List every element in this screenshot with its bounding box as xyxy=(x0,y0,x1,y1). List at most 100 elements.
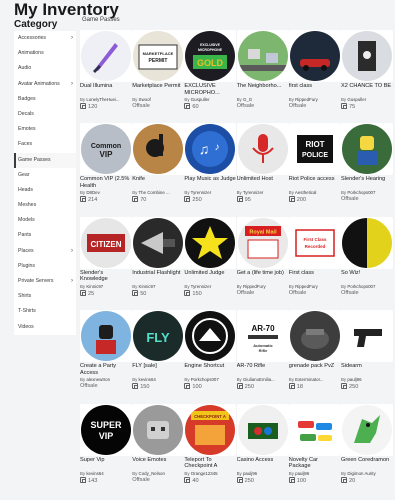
item-card[interactable]: Casino Access By paulj96 250 xyxy=(236,403,289,494)
item-name[interactable]: Marketplace Permit xyxy=(132,83,184,96)
item-thumbnail-frame[interactable]: FLY xyxy=(132,310,185,363)
creator-name[interactable]: alexnewtron xyxy=(86,377,110,382)
item-creator[interactable]: By kevins64 xyxy=(132,377,184,382)
creator-name[interactable]: G_G xyxy=(243,97,252,102)
mic-red-thumbnail[interactable] xyxy=(237,124,288,175)
item-creator[interactable]: By LonelyTheHuei... xyxy=(80,97,132,102)
car-night-thumbnail[interactable] xyxy=(289,31,340,81)
item-creator[interactable]: By kevins64 xyxy=(80,471,132,476)
item-creator[interactable]: By Swoof xyxy=(132,97,184,102)
item-creator[interactable]: By Kinnic97 xyxy=(80,284,132,289)
item-thumbnail-frame[interactable] xyxy=(341,216,393,269)
creator-name[interactable]: Porkchops007 xyxy=(191,377,219,382)
item-creator[interactable]: By Kinnic97 xyxy=(132,284,184,289)
item-card[interactable]: Common VIP Common VIP (2.5% Health By D8Dev… xyxy=(80,123,132,213)
fly-thumbnail[interactable]: FLY xyxy=(133,311,184,362)
half-yellow-thumbnail[interactable] xyxy=(342,217,392,268)
sword-thumbnail[interactable] xyxy=(81,31,131,81)
item-card[interactable]: first class By RippedFury Offsale xyxy=(288,30,341,120)
grenade-thumbnail[interactable] xyxy=(289,311,340,362)
common-vip-thumbnail[interactable]: Common VIP xyxy=(81,124,131,175)
item-name[interactable]: Casino Access xyxy=(237,457,289,470)
item-thumbnail-frame[interactable] xyxy=(132,216,185,269)
item-name[interactable]: FLY [sale] xyxy=(132,363,184,376)
item-name[interactable]: Sidearm xyxy=(341,363,393,376)
creator-name[interactable]: RippedFury xyxy=(243,284,266,289)
item-thumbnail-frame[interactable]: MARKETPLACE PERMIT xyxy=(132,30,185,82)
permit-thumbnail[interactable]: MARKETPLACE PERMIT xyxy=(133,31,184,81)
item-creator[interactable]: By Tyrennizer xyxy=(184,284,236,289)
sidebar-item-places[interactable]: Places › xyxy=(14,244,76,259)
sidebar-item-videos[interactable]: Videos xyxy=(14,320,76,335)
noob-thumbnail[interactable] xyxy=(342,124,392,175)
creator-name[interactable]: Kinnic97 xyxy=(139,284,156,289)
sidebar-item-audio[interactable]: Audio xyxy=(14,61,76,76)
item-card[interactable]: EXCLUSIVE MICROPHONE GOLD EXCLUSIVE MICROPH… xyxy=(184,30,237,120)
creator-name[interactable]: Guspuller xyxy=(191,97,210,102)
item-creator[interactable]: By GiulianoEmilia... xyxy=(237,377,289,382)
creator-name[interactable]: GiulianoEmilia... xyxy=(243,377,275,382)
sidebar-item-game-passes[interactable]: Game Passes xyxy=(14,152,76,168)
creator-name[interactable]: Exterminator... xyxy=(295,377,323,382)
item-creator[interactable]: By Exterminator... xyxy=(289,377,341,382)
item-creator[interactable]: By Guspuller xyxy=(341,97,393,102)
item-name[interactable]: EXCLUSIVE MICROPHO... xyxy=(184,83,236,96)
creator-name[interactable]: Guspuller xyxy=(347,97,366,102)
creator-name[interactable]: Tyrennizer xyxy=(191,284,212,289)
item-thumbnail-frame[interactable] xyxy=(341,123,393,176)
item-card[interactable]: Royal Mail Get a (life time job) By Ripped… xyxy=(236,216,289,307)
checkpoint-thumbnail[interactable]: CHECKPOINT A xyxy=(185,404,236,455)
sidebar-item-t-shirts[interactable]: T-Shirts xyxy=(14,304,76,319)
sidebar-item-heads[interactable]: Heads xyxy=(14,183,76,198)
item-creator[interactable]: By Orange12345 xyxy=(184,471,236,476)
sidebar-item-models[interactable]: Models xyxy=(14,213,76,228)
voice-thumbnail[interactable] xyxy=(133,404,184,455)
item-card[interactable]: AR-70 Automatic Rifle AR-70 Rifle By Giulian… xyxy=(236,310,289,400)
item-name[interactable]: Industrial Flashlight xyxy=(132,270,184,283)
item-card[interactable]: FLY FLY [sale] By kevins64 150 xyxy=(132,310,185,400)
item-creator[interactable]: By Guspuller xyxy=(184,97,236,102)
item-card[interactable]: Engine Shortcut By Porkchops007 100 xyxy=(184,310,237,400)
item-card[interactable]: Industrial Flashlight By Kinnic97 50 xyxy=(132,216,185,307)
item-card[interactable]: RIOT POLICE Riot Police access By Aesthetic… xyxy=(288,123,341,213)
item-card[interactable]: Unlimited Host By Tyrennizer 95 xyxy=(236,123,289,213)
item-name[interactable]: AR-70 Rifle xyxy=(237,363,289,376)
sidebar-item-animations[interactable]: Animations xyxy=(14,46,76,61)
microphone-gold-thumbnail[interactable]: EXCLUSIVE MICROPHONE GOLD xyxy=(185,31,236,81)
item-card[interactable]: CITIZEN Slender's Knowledge By Kinnic97 25 xyxy=(80,216,132,307)
creator-name[interactable]: LonelyTheHuei... xyxy=(86,97,119,102)
item-name[interactable]: Teleport To Checkpoint A xyxy=(184,457,236,470)
item-creator[interactable]: By Porkchops007 xyxy=(184,377,236,382)
item-creator[interactable]: By Porkchops007 xyxy=(341,190,393,195)
item-creator[interactable]: By paulj96 xyxy=(237,471,289,476)
item-card[interactable]: Novelty Car Package By paulj96 100 xyxy=(288,403,341,494)
item-name[interactable]: Unlimited Host xyxy=(237,176,289,189)
item-thumbnail-frame[interactable] xyxy=(184,216,237,269)
item-card[interactable]: Knife By The Combine ... 70 xyxy=(132,123,185,213)
item-name[interactable]: First class xyxy=(289,270,341,283)
item-creator[interactable]: By Aesthetical xyxy=(289,190,341,195)
item-name[interactable]: Super Vip xyxy=(80,457,132,470)
item-creator[interactable]: By The Combine ... xyxy=(132,190,184,195)
item-thumbnail-frame[interactable] xyxy=(184,310,237,363)
citizen-thumbnail[interactable]: CITIZEN xyxy=(81,217,131,268)
ar70-thumbnail[interactable]: AR-70 Automatic Rifle xyxy=(237,311,288,362)
creator-name[interactable]: Tyrennizer xyxy=(243,190,264,195)
creator-name[interactable]: D8Dev xyxy=(86,190,99,195)
creator-name[interactable]: Porkchops007 xyxy=(347,190,375,195)
sidebar-item-badges[interactable]: Badges xyxy=(14,92,76,107)
creator-name[interactable]: kevins64 xyxy=(139,377,156,382)
creator-name[interactable]: Digimon Aurity xyxy=(347,471,375,476)
item-name[interactable]: Novelty Car Package xyxy=(289,457,341,470)
item-thumbnail-frame[interactable]: ♫ ♪ xyxy=(184,123,237,176)
item-card[interactable]: Create a Party Access By alexnewtron Offsa… xyxy=(80,310,132,400)
item-name[interactable]: Riot Police access xyxy=(289,176,341,189)
item-thumbnail-frame[interactable] xyxy=(288,403,341,456)
item-card[interactable]: Sidearm By paulj96 250 xyxy=(341,310,393,400)
royal-mail-thumbnail[interactable]: Royal Mail xyxy=(237,217,288,268)
creator-name[interactable]: RippedFury xyxy=(295,97,318,102)
item-card[interactable]: Green Coredramon By Digimon Aurity 20 xyxy=(341,403,393,494)
casino-thumbnail[interactable] xyxy=(237,404,288,455)
item-card[interactable]: SUPER VIP Super Vip By kevins64 143 xyxy=(80,403,132,494)
sidebar-item-accessories[interactable]: Accessories › xyxy=(14,31,76,46)
